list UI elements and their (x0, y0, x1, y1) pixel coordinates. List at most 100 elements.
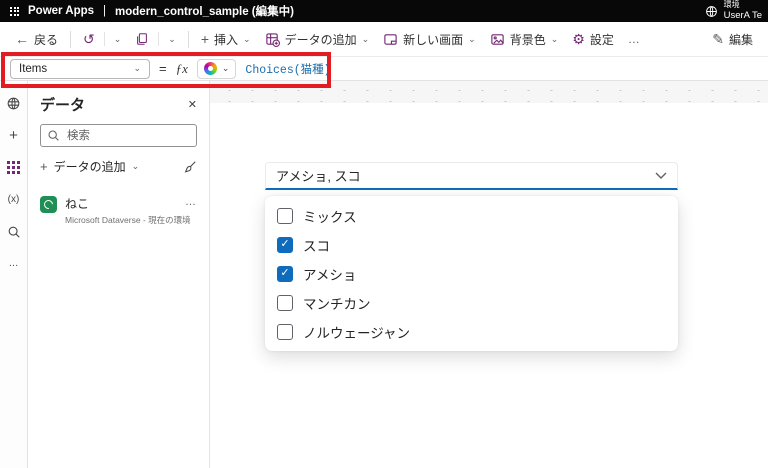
property-selector-value: Items (19, 62, 48, 75)
data-source-name: ねこ (65, 197, 90, 211)
dropdown-option-label: ミックス (303, 209, 357, 225)
combobox-control[interactable]: アメショ, スコ (265, 162, 678, 190)
app-screen[interactable]: アメショ, スコ ミックス ✓ スコ ✓ アメショ マンチカン ノルウェージャン (210, 103, 768, 468)
search-icon[interactable] (5, 223, 23, 240)
insert-panel-icon[interactable]: + (5, 127, 23, 144)
back-arrow-icon: ← (15, 31, 29, 47)
close-icon[interactable]: ✕ (188, 98, 197, 111)
chevron-down-icon: ⌄ (550, 33, 559, 44)
property-selector-dropdown[interactable]: Items ⌄ (10, 58, 150, 79)
paste-dropdown-chevron-icon[interactable]: ⌄ (161, 30, 183, 49)
canvas-dotted-area (210, 81, 768, 103)
data-panel-icon[interactable] (5, 159, 23, 176)
edit-label: 編集 (728, 32, 753, 47)
dropdown-option[interactable]: ノルウェージャン (265, 317, 678, 346)
chevron-down-icon: ⌄ (133, 63, 141, 73)
data-source-item[interactable]: ねこ Microsoft Dataverse - 現在の環境 … (30, 187, 207, 234)
broom-icon[interactable] (183, 160, 197, 174)
dropdown-option-label: スコ (303, 238, 330, 254)
data-panel-title: データ (40, 97, 86, 114)
checkbox-checked-icon[interactable]: ✓ (277, 236, 293, 253)
dropdown-option[interactable]: ミックス (265, 201, 678, 230)
more-options-icon[interactable]: … (185, 196, 197, 208)
command-bar: ← 戻る ↺ ⌄ ⌄ + 挿入 ⌄ データの追加 ⌄ 新しい画面 ⌄ 背景色 ⌄… (0, 22, 768, 57)
authoring-canvas: アメショ, スコ ミックス ✓ スコ ✓ アメショ マンチカン ノルウェージャン (210, 81, 768, 468)
add-data-menu[interactable]: + データの追加 ⌄ (40, 158, 197, 175)
combobox-dropdown-flyout: ミックス ✓ スコ ✓ アメショ マンチカン ノルウェージャン (265, 196, 678, 351)
dropdown-option-label: アメショ (303, 267, 357, 283)
dropdown-options: ミックス ✓ スコ ✓ アメショ マンチカン ノルウェージャン (265, 201, 678, 346)
environment-icon[interactable] (705, 5, 718, 18)
combobox-value: アメショ, スコ (276, 169, 361, 184)
checkbox-unchecked-icon[interactable] (277, 207, 293, 224)
dropdown-option[interactable]: ✓ アメショ (265, 259, 678, 288)
more-commands-button[interactable]: … (621, 27, 647, 51)
plus-icon: + (200, 31, 210, 47)
undo-icon: ↺ (83, 31, 95, 47)
toolbar-separator (187, 30, 189, 48)
undo-button[interactable]: ↺ (76, 27, 102, 51)
back-button[interactable]: ← 戻る (8, 26, 65, 53)
chevron-down-icon[interactable] (655, 172, 667, 180)
ellipsis-icon: … (627, 32, 640, 46)
equals-icon: = (159, 61, 167, 76)
formula-input[interactable]: Choices(猫種) (245, 61, 330, 77)
add-data-button[interactable]: データの追加 ⌄ (258, 26, 377, 53)
fx-icon: ƒx (175, 60, 188, 76)
left-rail: + (x) … (0, 81, 28, 468)
copilot-icon (203, 62, 217, 75)
environment-user-name: UserA Te (723, 10, 762, 22)
background-color-label: 背景色 (509, 32, 546, 47)
insert-button[interactable]: + 挿入 ⌄ (194, 26, 258, 53)
app-name[interactable]: Power Apps (28, 5, 94, 17)
insert-label: 挿入 (214, 32, 239, 47)
clipboard-icon (135, 32, 149, 46)
chevron-down-icon: ⌄ (243, 33, 251, 44)
checkbox-checked-icon[interactable]: ✓ (277, 265, 293, 282)
environment-selector[interactable]: 環境 UserA Te (724, 0, 762, 22)
variables-icon[interactable]: (x) (5, 191, 23, 208)
settings-label: 設定 (589, 32, 614, 47)
dropdown-option[interactable]: マンチカン (265, 288, 678, 317)
undo-dropdown-chevron-icon[interactable]: ⌄ (107, 30, 129, 49)
new-screen-label: 新しい画面 (403, 32, 464, 47)
chevron-down-icon: ⌄ (361, 33, 370, 44)
toolbar-separator (70, 30, 72, 48)
search-icon (48, 130, 59, 141)
data-source-subtitle: Microsoft Dataverse - 現在の環境 (65, 215, 191, 225)
split-divider (103, 32, 105, 46)
checkbox-unchecked-icon[interactable] (277, 294, 293, 311)
document-title: modern_control_sample (編集中) (115, 6, 294, 18)
pencil-icon: ✎ (712, 31, 724, 47)
tree-view-icon[interactable] (5, 95, 23, 112)
dropdown-option-label: マンチカン (303, 296, 371, 312)
waffle-menu-icon[interactable] (10, 6, 19, 16)
settings-button[interactable]: ⚙ 設定 (565, 26, 621, 53)
search-input[interactable] (40, 124, 197, 147)
add-data-menu-label: データの追加 (53, 160, 126, 174)
table-add-icon (265, 32, 280, 47)
chevron-down-icon: ⌄ (221, 63, 230, 73)
split-divider (158, 32, 160, 46)
paste-button[interactable] (128, 27, 156, 51)
title-separator: | (103, 5, 107, 17)
back-label: 戻る (34, 32, 59, 47)
background-color-button[interactable]: 背景色 ⌄ (483, 26, 566, 53)
more-tools-icon[interactable]: … (5, 255, 23, 272)
dropdown-option[interactable]: ✓ スコ (265, 230, 678, 259)
image-icon (490, 32, 505, 47)
chevron-down-icon: ⌄ (131, 161, 140, 171)
edit-button[interactable]: ✎ 編集 (705, 26, 760, 53)
gear-icon: ⚙ (572, 31, 585, 47)
main-area: + (x) … データ ✕ + データの追加 ⌄ (0, 81, 768, 468)
checkbox-unchecked-icon[interactable] (277, 323, 293, 340)
formula-bar: Items ⌄ = ƒx ⌄ Choices(猫種) (0, 57, 768, 81)
data-panel: データ ✕ + データの追加 ⌄ ねこ Microsoft Dataverse … (28, 81, 210, 468)
new-screen-button[interactable]: 新しい画面 ⌄ (376, 26, 483, 53)
add-data-label: データの追加 (284, 32, 357, 47)
dataverse-table-icon (40, 196, 57, 213)
app-top-bar: Power Apps | modern_control_sample (編集中)… (0, 0, 768, 22)
environment-label: 環境 (723, 0, 740, 10)
copilot-dropdown[interactable]: ⌄ (196, 58, 237, 79)
new-screen-icon (383, 32, 398, 47)
